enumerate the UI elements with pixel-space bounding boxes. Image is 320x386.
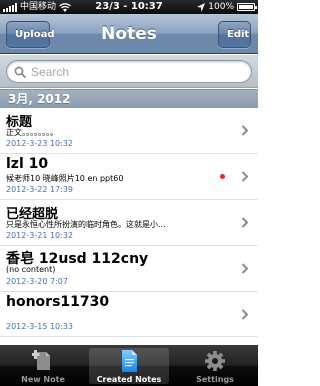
note-date: 2012-3-22 17:39	[6, 185, 73, 194]
note-row[interactable]: 标题 正文。。。。。。。。 2012-3-23 10:32	[0, 108, 258, 154]
battery-icon	[237, 3, 257, 11]
chevron-right-icon	[241, 309, 249, 320]
note-preview: 正文。。。。。。。。	[6, 128, 58, 137]
gear-icon	[205, 351, 225, 371]
search-bar	[0, 55, 258, 88]
chevron-right-icon	[241, 263, 249, 274]
status-bar: 中国移动 23/3 - 10:37 100%	[0, 0, 258, 14]
note-row[interactable]: 已经超脱 只是永恒心性所扮演的临时角色。这就是小... 2012-3-21 10…	[0, 200, 258, 246]
tab-created-notes[interactable]: Created Notes	[86, 345, 172, 386]
unsynced-indicator	[220, 174, 225, 179]
battery-fill	[239, 5, 253, 9]
note-row[interactable]: 香皂 12usd 112cny (no content) 2012-3-20 7…	[0, 246, 258, 292]
chevron-right-icon	[241, 217, 249, 228]
note-preview: (no content)	[6, 265, 56, 274]
note-title: lzl 10	[6, 156, 49, 172]
location-arrow-icon	[197, 2, 206, 12]
note-date: 2012-3-15 10:33	[6, 322, 73, 331]
navigation-bar: Upload Notes Edit	[0, 14, 258, 54]
note-title: honors11730	[6, 294, 110, 310]
note-date: 2012-3-20 7:07	[6, 277, 68, 286]
note-preview: 候老师10 晓峰照片10 en ppt60	[6, 174, 124, 183]
note-date: 2012-3-23 10:32	[6, 139, 73, 148]
battery-percent: 100%	[208, 2, 234, 12]
edit-button[interactable]: Edit	[218, 21, 251, 48]
chevron-right-icon	[241, 125, 249, 136]
note-date: 2012-3-21 10:32	[6, 231, 73, 240]
note-preview: 只是永恒心性所扮演的临时角色。这就是小...	[6, 220, 166, 229]
tab-bar: New Note Created Notes Settings	[0, 345, 258, 386]
status-right: 100%	[197, 0, 257, 14]
tab-label: Settings	[196, 375, 234, 384]
document-icon	[122, 350, 137, 372]
chevron-right-icon	[241, 171, 249, 182]
tab-new-note[interactable]: New Note	[0, 345, 86, 386]
tab-label: Created Notes	[96, 375, 162, 384]
section-header: 3月, 2012	[0, 89, 258, 108]
tab-settings[interactable]: Settings	[172, 345, 258, 386]
note-row[interactable]: lzl 10 候老师10 晓峰照片10 en ppt60 2012-3-22 1…	[0, 154, 258, 200]
search-icon	[14, 66, 26, 78]
tab-label: New Note	[21, 375, 65, 384]
search-field[interactable]	[6, 60, 252, 83]
note-row[interactable]: honors11730 2012-3-15 10:33	[0, 292, 258, 337]
notes-list: 标题 正文。。。。。。。。 2012-3-23 10:32 lzl 10 候老师…	[0, 108, 258, 337]
new-note-icon	[32, 350, 50, 370]
search-input[interactable]	[31, 64, 241, 80]
